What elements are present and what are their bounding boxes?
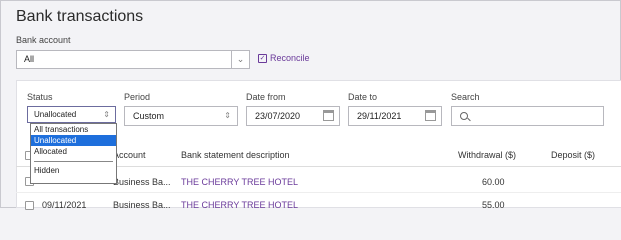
search-icon (460, 112, 468, 120)
status-option-all[interactable]: All transactions (31, 124, 116, 135)
date-from-value: 23/07/2020 (255, 111, 301, 121)
up-down-caret-icon: ⇕ (103, 110, 110, 119)
column-header-account[interactable]: Account (113, 150, 146, 160)
column-header-deposit[interactable]: Deposit ($) (551, 150, 595, 160)
row-account: Business Ba... (113, 177, 171, 187)
row-description[interactable]: THE CHERRY TREE HOTEL (181, 200, 298, 210)
status-dropdown-list: All transactions Unallocated Allocated H… (30, 123, 117, 184)
date-to-value: 29/11/2021 (357, 111, 402, 121)
row-account: Business Ba... (113, 200, 171, 210)
date-to-label: Date to (348, 92, 378, 102)
up-down-caret-icon: ⇕ (224, 111, 231, 120)
date-from-input[interactable]: 23/07/2020 (246, 106, 340, 126)
page-title: Bank transactions (16, 8, 144, 25)
search-input[interactable] (451, 106, 604, 126)
row-description[interactable]: THE CHERRY TREE HOTEL (181, 177, 298, 187)
reconcile-icon: ✓ (258, 53, 267, 63)
status-option-hidden[interactable]: Hidden (31, 165, 116, 176)
bank-account-select[interactable]: All (16, 50, 231, 69)
status-option-allocated[interactable]: Allocated (31, 146, 116, 157)
row-withdrawal: 60.00 (482, 177, 505, 187)
reconcile-label: Reconcile (270, 53, 310, 63)
row-checkbox[interactable] (25, 201, 34, 210)
search-label: Search (451, 92, 480, 102)
calendar-icon[interactable] (425, 110, 436, 121)
bank-account-label: Bank account (16, 35, 71, 45)
status-option-unallocated[interactable]: Unallocated (31, 135, 116, 146)
reconcile-link[interactable]: ✓ Reconcile (258, 53, 310, 63)
period-select-value: Custom (133, 111, 165, 121)
calendar-icon[interactable] (323, 110, 334, 121)
period-label: Period (124, 92, 151, 102)
bank-account-dropdown-button[interactable]: ⌄ (231, 50, 250, 69)
row-date: 09/11/2021 (42, 200, 87, 210)
column-header-description[interactable]: Bank statement description (181, 150, 290, 160)
status-select[interactable]: Unallocated ⇕ (27, 106, 116, 123)
row-withdrawal: 55.00 (482, 200, 505, 210)
status-label: Status (27, 92, 53, 102)
dropdown-separator (34, 161, 113, 162)
period-select[interactable]: Custom ⇕ (124, 106, 238, 126)
chevron-down-icon: ⌄ (236, 54, 245, 64)
column-header-withdrawal[interactable]: Withdrawal ($) (458, 150, 516, 160)
date-from-label: Date from (246, 92, 286, 102)
status-select-value: Unallocated (34, 110, 77, 119)
date-to-input[interactable]: 29/11/2021 (348, 106, 442, 126)
row-divider (16, 192, 621, 193)
